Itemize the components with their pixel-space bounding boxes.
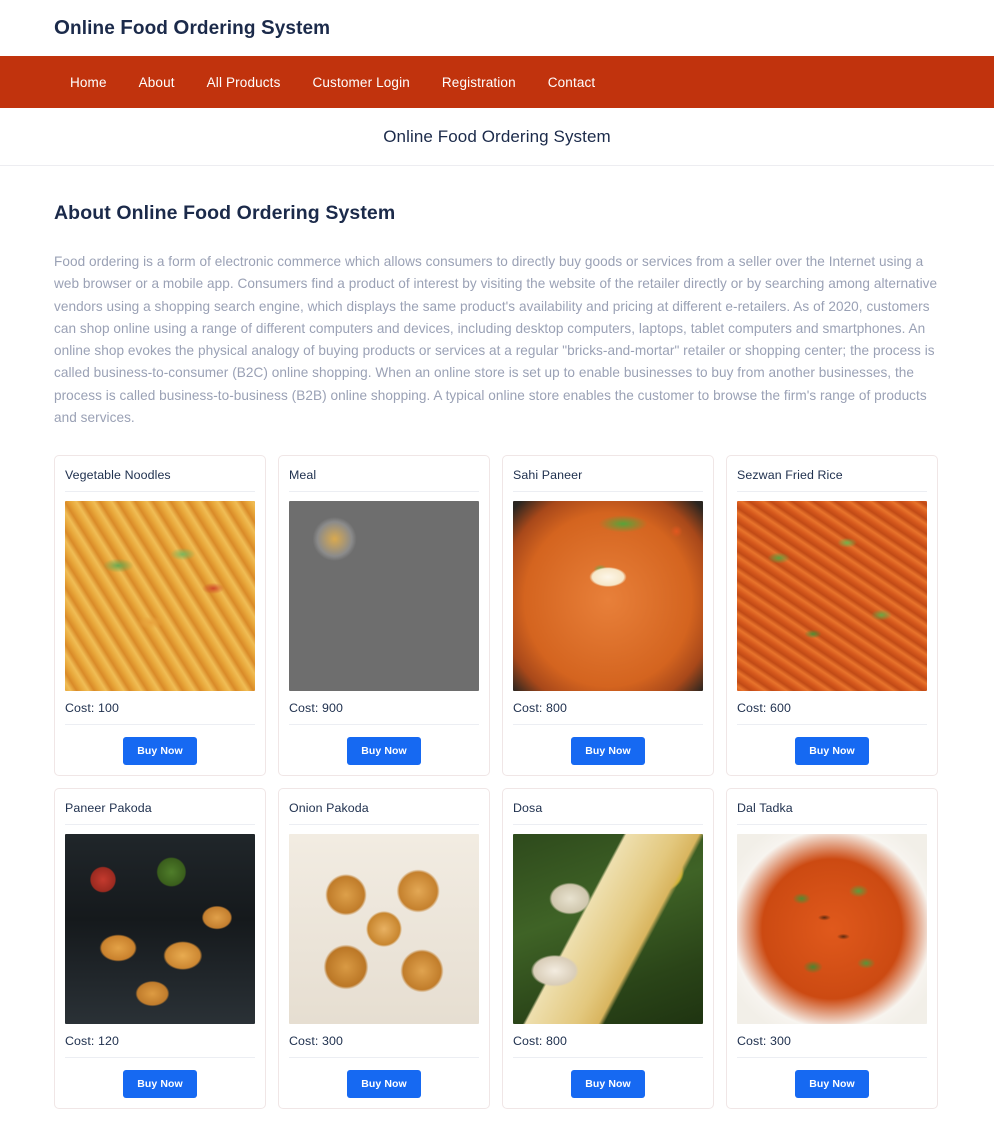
product-action-row: Buy Now [737, 1058, 927, 1099]
product-name: Onion Pakoda [289, 797, 479, 826]
product-name: Dosa [513, 797, 703, 826]
brand-capital-4: S [260, 16, 275, 39]
site-header: Online Food Ordering System [0, 0, 994, 56]
nav-list: Home About All Products Customer Login Regis… [54, 67, 611, 98]
product-card: Meal Cost: 900 Buy Now [278, 455, 490, 777]
product-card: Onion Pakoda Cost: 300 Buy Now [278, 788, 490, 1110]
product-cost: Cost: 900 [289, 691, 479, 726]
product-name: Paneer Pakoda [65, 797, 255, 826]
meal-thali-photo [289, 501, 479, 692]
page-subtitle-band: Online Food Ordering System [0, 108, 994, 166]
buy-now-button[interactable]: Buy Now [347, 737, 421, 766]
site-brand-title: Online Food Ordering System [54, 16, 330, 40]
product-name: Dal Tadka [737, 797, 927, 826]
product-cost: Cost: 300 [737, 1024, 927, 1059]
product-cost: Cost: 800 [513, 691, 703, 726]
vegetable-noodles-photo [65, 501, 255, 692]
product-card: Vegetable Noodles Cost: 100 Buy Now [54, 455, 266, 777]
product-name: Sahi Paneer [513, 464, 703, 493]
nav-item-contact[interactable]: Contact [532, 67, 612, 98]
buy-now-button[interactable]: Buy Now [123, 737, 197, 766]
product-card: Paneer Pakoda Cost: 120 Buy Now [54, 788, 266, 1110]
product-action-row: Buy Now [289, 725, 479, 766]
product-name: Meal [289, 464, 479, 493]
main-content: About Online Food Ordering System Food o… [0, 166, 994, 1110]
brand-word-2: ood [132, 18, 174, 39]
brand-capital-1: O [54, 16, 71, 39]
brand-word-1: nline [70, 18, 121, 39]
nav-item-home[interactable]: Home [54, 67, 123, 98]
product-action-row: Buy Now [65, 725, 255, 766]
product-card: Sahi Paneer Cost: 800 Buy Now [502, 455, 714, 777]
about-description: Food ordering is a form of electronic co… [54, 254, 938, 426]
buy-now-button[interactable]: Buy Now [571, 737, 645, 766]
product-action-row: Buy Now [513, 725, 703, 766]
buy-now-button[interactable]: Buy Now [347, 1070, 421, 1099]
product-name: Vegetable Noodles [65, 464, 255, 493]
product-action-row: Buy Now [65, 1058, 255, 1099]
product-grid: Vegetable Noodles Cost: 100 Buy Now Meal Cos… [54, 455, 940, 1110]
product-cost: Cost: 600 [737, 691, 927, 726]
nav-item-registration[interactable]: Registration [426, 67, 532, 98]
product-cost: Cost: 120 [65, 1024, 255, 1059]
brand-word-3: rdering [189, 18, 261, 39]
page-title: About Online Food Ordering System [54, 202, 396, 224]
main-navigation: Home About All Products Customer Login Regis… [0, 56, 994, 108]
product-name: Sezwan Fried Rice [737, 464, 927, 493]
product-cost: Cost: 800 [513, 1024, 703, 1059]
nav-item-customer-login[interactable]: Customer Login [297, 67, 426, 98]
product-action-row: Buy Now [289, 1058, 479, 1099]
product-cost: Cost: 300 [289, 1024, 479, 1059]
page-subtitle: Online Food Ordering System [383, 126, 611, 146]
onion-pakoda-photo [289, 834, 479, 1025]
product-action-row: Buy Now [513, 1058, 703, 1099]
dal-tadka-photo [737, 834, 927, 1025]
product-card: Dosa Cost: 800 Buy Now [502, 788, 714, 1110]
product-card: Sezwan Fried Rice Cost: 600 Buy Now [726, 455, 938, 777]
product-card: Dal Tadka Cost: 300 Buy Now [726, 788, 938, 1110]
buy-now-button[interactable]: Buy Now [123, 1070, 197, 1099]
sezwan-fried-rice-photo [737, 501, 927, 692]
paneer-pakoda-photo [65, 834, 255, 1025]
brand-capital-3: O [173, 16, 190, 39]
buy-now-button[interactable]: Buy Now [571, 1070, 645, 1099]
brand-capital-2: F [120, 16, 133, 39]
product-action-row: Buy Now [737, 725, 927, 766]
buy-now-button[interactable]: Buy Now [795, 737, 869, 766]
brand-word-4: ystem [274, 18, 331, 39]
buy-now-button[interactable]: Buy Now [795, 1070, 869, 1099]
sahi-paneer-photo [513, 501, 703, 692]
dosa-photo [513, 834, 703, 1025]
product-cost: Cost: 100 [65, 691, 255, 726]
nav-item-about[interactable]: About [123, 67, 191, 98]
nav-item-all-products[interactable]: All Products [191, 67, 297, 98]
